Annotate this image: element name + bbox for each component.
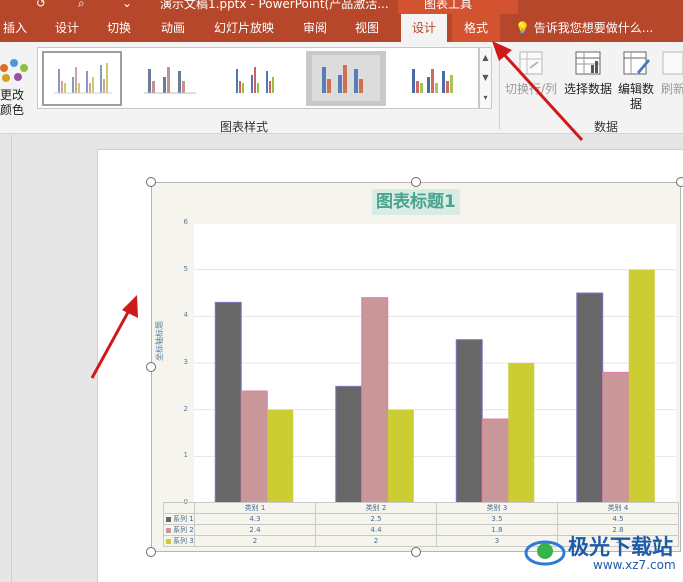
watermark-logo-icon (524, 540, 566, 566)
arrow-to-chart (90, 295, 138, 379)
watermark-url: www.xz7.com (593, 558, 676, 572)
watermark-name: 极光下载站 (568, 535, 673, 559)
arrow-to-format-tab (492, 41, 584, 142)
annotation-arrows (90, 41, 584, 379)
site-watermark: 极光下载站 www.xz7.com (523, 527, 683, 577)
